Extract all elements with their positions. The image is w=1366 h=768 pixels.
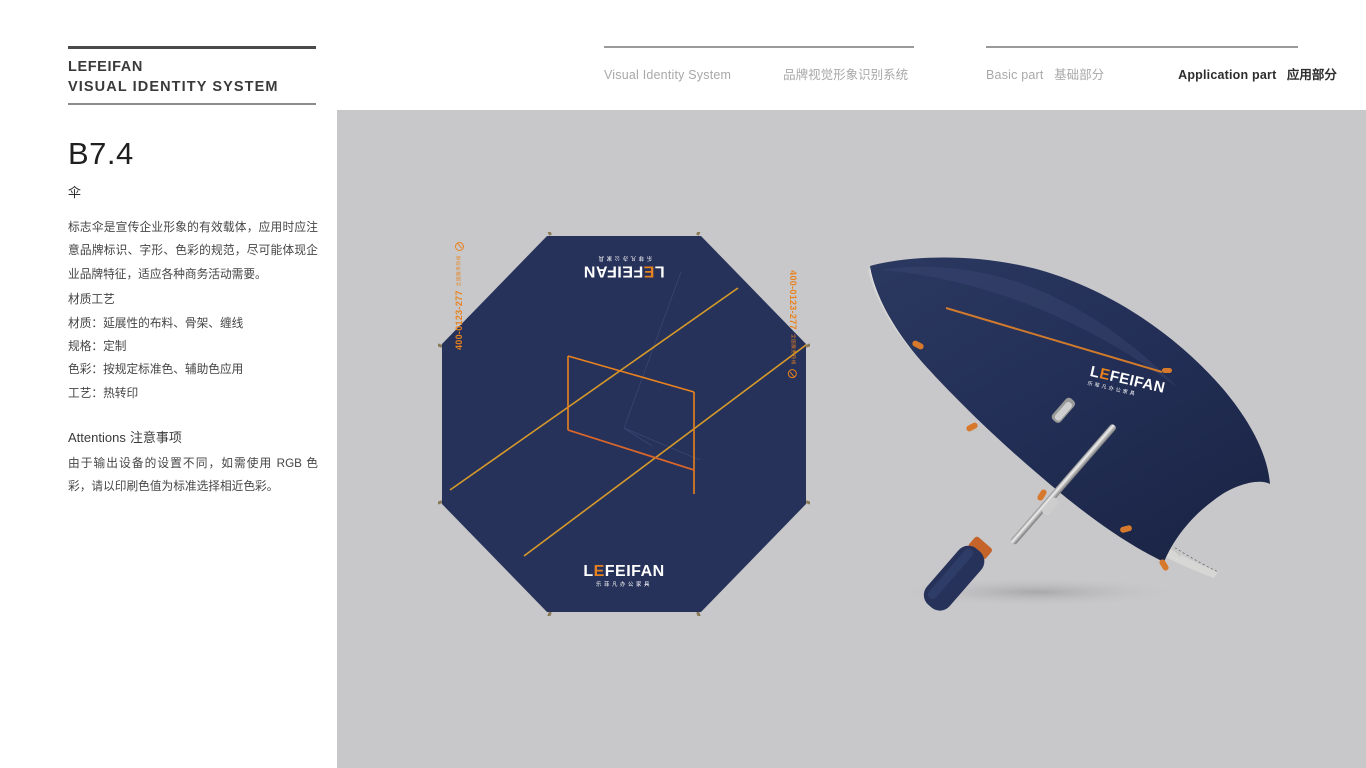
canopy-phone-left-label: 全国服务热线 bbox=[456, 255, 461, 287]
umbrella-3d-render bbox=[862, 246, 1274, 616]
canopy-phone-left: 全国服务热线 400-0123-277 bbox=[454, 242, 464, 350]
nav-item-label-en: Visual Identity System bbox=[604, 68, 732, 82]
spec-item-material: 材质：延展性的布料、骨架、缠线 bbox=[68, 316, 244, 330]
nav-item-basic-cn: 基础部分 bbox=[1054, 68, 1105, 82]
sidebar: B7.4 伞 标志伞是宣传企业形象的有效载体，应用时应注意品牌标识、字形、色彩的… bbox=[68, 138, 318, 499]
attentions-heading-en: Attentions bbox=[68, 430, 126, 446]
attentions-body: 由于输出设备的设置不同，如需使用 RGB 色彩，请以印刷色值为标准选择相近色彩。 bbox=[68, 457, 318, 494]
nav-item-visual-identity-system[interactable]: Visual Identity System bbox=[604, 68, 731, 82]
spec-item-color: 色彩：按规定标准色、辅助色应用 bbox=[68, 363, 244, 377]
brand-block: LEFEIFAN VISUAL IDENTITY SYSTEM bbox=[68, 46, 316, 106]
nav-item-label-cn: 品牌视觉形象识别系统 bbox=[783, 68, 909, 82]
spec-list: 材质工艺 材质：延展性的布料、骨架、缠线 规格：定制 色彩：按规定标准色、辅助色… bbox=[68, 288, 318, 405]
nav-item-basic-en: Basic part bbox=[986, 68, 1044, 82]
phone-icon-left bbox=[454, 242, 464, 252]
canopy-phone-right-number: 400-0123-277 bbox=[788, 270, 798, 330]
nav-item-basic-part[interactable]: Basic part 基础部分 bbox=[986, 64, 1104, 83]
nav-group-identity: Visual Identity System 品牌视觉形象识别系统 bbox=[604, 46, 914, 83]
nav-items-2: Basic part 基础部分 Application part 应用部分 bbox=[986, 64, 1337, 83]
umbrella-flat-canopy: LEFEIFAN 乐菲凡办公家具 LEFEIFAN 乐菲凡办公家具 全国服务热线… bbox=[438, 232, 810, 616]
spec-item-process: 工艺：热转印 bbox=[68, 386, 139, 400]
nav-items-1: Visual Identity System 品牌视觉形象识别系统 bbox=[604, 64, 914, 83]
nav-group-parts: Basic part 基础部分 Application part 应用部分 bbox=[986, 46, 1337, 83]
nav-item-brand-system-cn[interactable]: 品牌视觉形象识别系统 bbox=[783, 64, 908, 83]
nav-item-application-en: Application part bbox=[1178, 68, 1277, 82]
page-root: LEFEIFAN VISUAL IDENTITY SYSTEM Visual I… bbox=[0, 0, 1366, 768]
canopy-phone-right: 全国服务热线 400-0123-277 bbox=[788, 270, 798, 378]
brand-subtitle: VISUAL IDENTITY SYSTEM bbox=[68, 78, 279, 95]
spec-item-size: 规格：定制 bbox=[68, 340, 127, 354]
section-number: B7.4 bbox=[68, 136, 134, 171]
attentions-heading: Attentions 注意事项 bbox=[68, 428, 318, 449]
spec-heading: 材质工艺 bbox=[68, 293, 115, 307]
brand-name: LEFEIFAN bbox=[68, 59, 143, 75]
brand-rule-bottom bbox=[68, 103, 316, 106]
section-title: 伞 bbox=[68, 185, 82, 200]
nav-item-application-cn: 应用部分 bbox=[1286, 68, 1337, 82]
umbrella-3d-artwork bbox=[868, 257, 1270, 611]
brand-rule-top bbox=[68, 46, 316, 49]
section-intro-text: 标志伞是宣传企业形象的有效载体，应用时应注意品牌标识、字形、色彩的规范，尽可能体… bbox=[68, 221, 318, 281]
nav-rule-1 bbox=[604, 46, 914, 48]
attentions-heading-cn: 注意事项 bbox=[129, 430, 182, 446]
canopy-body bbox=[442, 236, 806, 612]
canopy-phone-right-label: 全国服务热线 bbox=[791, 333, 796, 365]
nav-rule-2 bbox=[986, 46, 1298, 48]
phone-icon-right bbox=[788, 369, 798, 378]
canopy-phone-left-number: 400-0123-277 bbox=[454, 290, 464, 350]
nav-item-application-part[interactable]: Application part 应用部分 bbox=[1178, 64, 1337, 83]
artwork-panel: LEFEIFAN 乐菲凡办公家具 LEFEIFAN 乐菲凡办公家具 全国服务热线… bbox=[337, 110, 1366, 768]
canopy-artwork bbox=[438, 232, 810, 616]
